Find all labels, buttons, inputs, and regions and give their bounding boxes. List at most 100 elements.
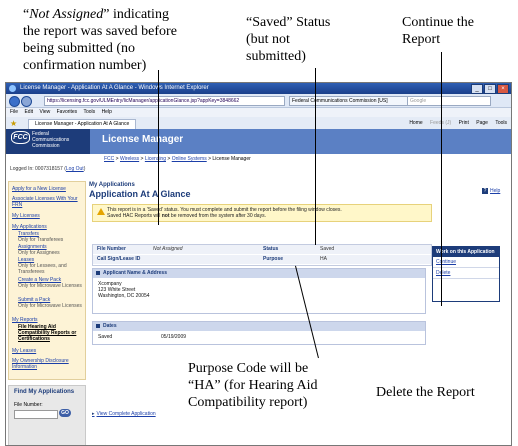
breadcrumb-wireless[interactable]: Wireless — [120, 156, 139, 162]
file-number-label: File Number — [97, 246, 126, 252]
file-number-input[interactable] — [14, 410, 58, 419]
callout-delete: Delete the Report — [374, 384, 508, 401]
breadcrumb-current: License Manager — [212, 156, 251, 162]
arrow-right-icon: ▸ — [92, 411, 95, 417]
work-on-application-panel: Work on this Application Continue Delete — [432, 246, 500, 302]
callout-purpose-1: Purpose Code will be — [188, 361, 309, 376]
sidebar-note-assignments: Only for Assignees — [18, 250, 60, 256]
sidebar-item-my-reports[interactable]: My Reports — [12, 317, 38, 323]
saved-status-notice: This report is in a 'Saved' status. You … — [92, 204, 432, 222]
section-bullet-icon — [96, 324, 100, 328]
callsign-label: Call Sign/Lease ID — [97, 256, 141, 262]
fcc-logo[interactable]: FCC — [11, 131, 30, 144]
menu-help[interactable]: Help — [102, 109, 112, 115]
window-controls: _ □ × — [471, 84, 509, 94]
section-bullet-icon — [96, 271, 100, 275]
dates-header: Dates — [93, 322, 425, 331]
command-bar: Home Feeds (J) Print Page Tools — [403, 117, 507, 129]
work-panel-title: Work on this Application — [433, 247, 499, 257]
callout-not-assigned-italic: Not Assigned — [29, 7, 104, 22]
status-value: Saved — [320, 246, 335, 252]
menu-tools[interactable]: Tools — [83, 109, 95, 115]
sidebar-item-associate[interactable]: Associate Licenses With Your FRN — [12, 196, 82, 208]
agency-name: Federal Communications Commission — [32, 131, 70, 149]
menu-bar: File Edit View Favorites Tools Help — [6, 108, 511, 117]
callout-continue-1: Continue the — [402, 15, 474, 30]
logout-link[interactable]: Log Out — [66, 166, 84, 172]
section-label: My Applications — [89, 182, 135, 188]
search-input[interactable]: Google — [407, 96, 491, 106]
saved-date-label: Saved — [98, 334, 113, 340]
callout-not-assigned-rest: ” indicating — [103, 7, 169, 22]
sidebar: Apply for a New License Associate Licens… — [8, 181, 86, 380]
sidebar-item-my-licenses[interactable]: My Licenses — [12, 213, 40, 219]
callout-purpose-3: Compatibility report) — [188, 395, 308, 410]
pointer-line-status — [315, 68, 316, 245]
file-number-label: File Number: — [14, 402, 43, 408]
address-bar: https://licensing.fcc.gov/ULMEntry/licMa… — [6, 94, 511, 108]
breadcrumb-licensing[interactable]: Licensing — [145, 156, 166, 162]
tab-license-manager[interactable]: License Manager - Application At A Glanc… — [28, 119, 137, 129]
menu-view[interactable]: View — [39, 109, 50, 115]
tools-button[interactable]: Tools — [495, 120, 507, 126]
close-icon[interactable]: × — [497, 84, 509, 94]
status-label: Status — [263, 246, 279, 252]
ie-logo-icon — [9, 85, 16, 92]
view-complete-application-link[interactable]: ▸ View Complete Application — [92, 411, 156, 417]
summary-row-1: File Number Not Assigned Status Saved — [93, 245, 431, 254]
help-icon: ? — [482, 188, 488, 194]
logged-in-info: Logged In: 0007318157 (Log Out) — [10, 166, 86, 172]
sidebar-item-my-applications[interactable]: My Applications — [12, 224, 47, 230]
home-button[interactable]: Home — [409, 120, 422, 126]
sidebar-item-my-leases[interactable]: My Leases — [12, 348, 36, 354]
callout-purpose-2: “HA” (for Hearing Aid — [188, 378, 318, 393]
callout-saved-status-3: submitted) — [246, 49, 306, 64]
menu-edit[interactable]: Edit — [24, 109, 33, 115]
callout-saved-status-1: “Saved” Status — [246, 15, 331, 30]
go-button[interactable]: GO — [59, 409, 71, 417]
applicant-city: Washington, DC 20054 — [98, 293, 150, 299]
pointer-line-continue — [441, 52, 442, 306]
breadcrumb: FCC > Wireless > Licensing > Online Syst… — [104, 156, 251, 162]
summary-row-2: Call Sign/Lease ID Purpose HA — [93, 255, 431, 264]
fcc-header: FCC Federal Communications Commission Li… — [6, 129, 511, 154]
delete-link[interactable]: Delete — [433, 268, 499, 279]
sidebar-item-apply[interactable]: Apply for a New License — [12, 186, 66, 192]
sidebar-item-ownership[interactable]: My Ownership Disclosure Information — [12, 358, 82, 370]
window-titlebar: License Manager - Application At A Glanc… — [6, 83, 511, 94]
url-field[interactable]: https://licensing.fcc.gov/ULMEntry/licMa… — [44, 96, 285, 106]
menu-file[interactable]: File — [10, 109, 18, 115]
window-title: License Manager - Application At A Glanc… — [20, 85, 209, 91]
print-button[interactable]: Print — [459, 120, 469, 126]
callout-continue-2: Report — [402, 32, 441, 47]
dates-section: Dates Saved 05/19/2009 — [92, 321, 426, 345]
purpose-label: Purpose — [263, 256, 284, 262]
forward-icon[interactable] — [21, 96, 32, 107]
menu-favorites[interactable]: Favorites — [57, 109, 78, 115]
back-icon[interactable] — [9, 96, 20, 107]
pointer-line-file-number — [158, 70, 159, 225]
application-summary: File Number Not Assigned Status Saved Ca… — [92, 244, 432, 266]
find-applications-panel: Find My Applications File Number: GO — [8, 385, 86, 445]
callout-not-assigned-line-4: confirmation number) — [23, 58, 147, 73]
page-button[interactable]: Page — [476, 120, 488, 126]
callout-saved-status: “Saved” Status (but not submitted) — [246, 14, 356, 65]
sidebar-note-transfers: Only for Transferees — [18, 237, 64, 243]
sidebar-note-create-pack: Only for Microwave Licenses — [18, 283, 82, 289]
sidebar-item-file-hac[interactable]: File Hearing Aid Compatibility Reports o… — [18, 324, 82, 342]
callout-purpose: Purpose Code will be “HA” (for Hearing A… — [186, 360, 360, 411]
callout-saved-status-2: (but not — [246, 32, 290, 47]
app-title: License Manager — [102, 134, 184, 145]
warning-icon — [97, 208, 105, 215]
file-number-value: Not Assigned — [153, 246, 183, 252]
applicant-section: Applicant Name & Address Xcompany 123 Wh… — [92, 268, 426, 314]
sidebar-note-submit-pack: Only for Microwave Licenses — [18, 303, 82, 309]
help-link[interactable]: ? Help — [482, 188, 500, 194]
callout-not-assigned: “Not Assigned” indicating the report was… — [23, 7, 177, 73]
breadcrumb-fcc[interactable]: FCC — [104, 156, 114, 162]
site-identity[interactable]: Federal Communications Commission [US] — [289, 96, 413, 106]
maximize-icon[interactable]: □ — [484, 84, 496, 94]
minimize-icon[interactable]: _ — [471, 84, 483, 94]
breadcrumb-online-systems[interactable]: Online Systems — [172, 156, 207, 162]
continue-link[interactable]: Continue — [433, 257, 499, 268]
